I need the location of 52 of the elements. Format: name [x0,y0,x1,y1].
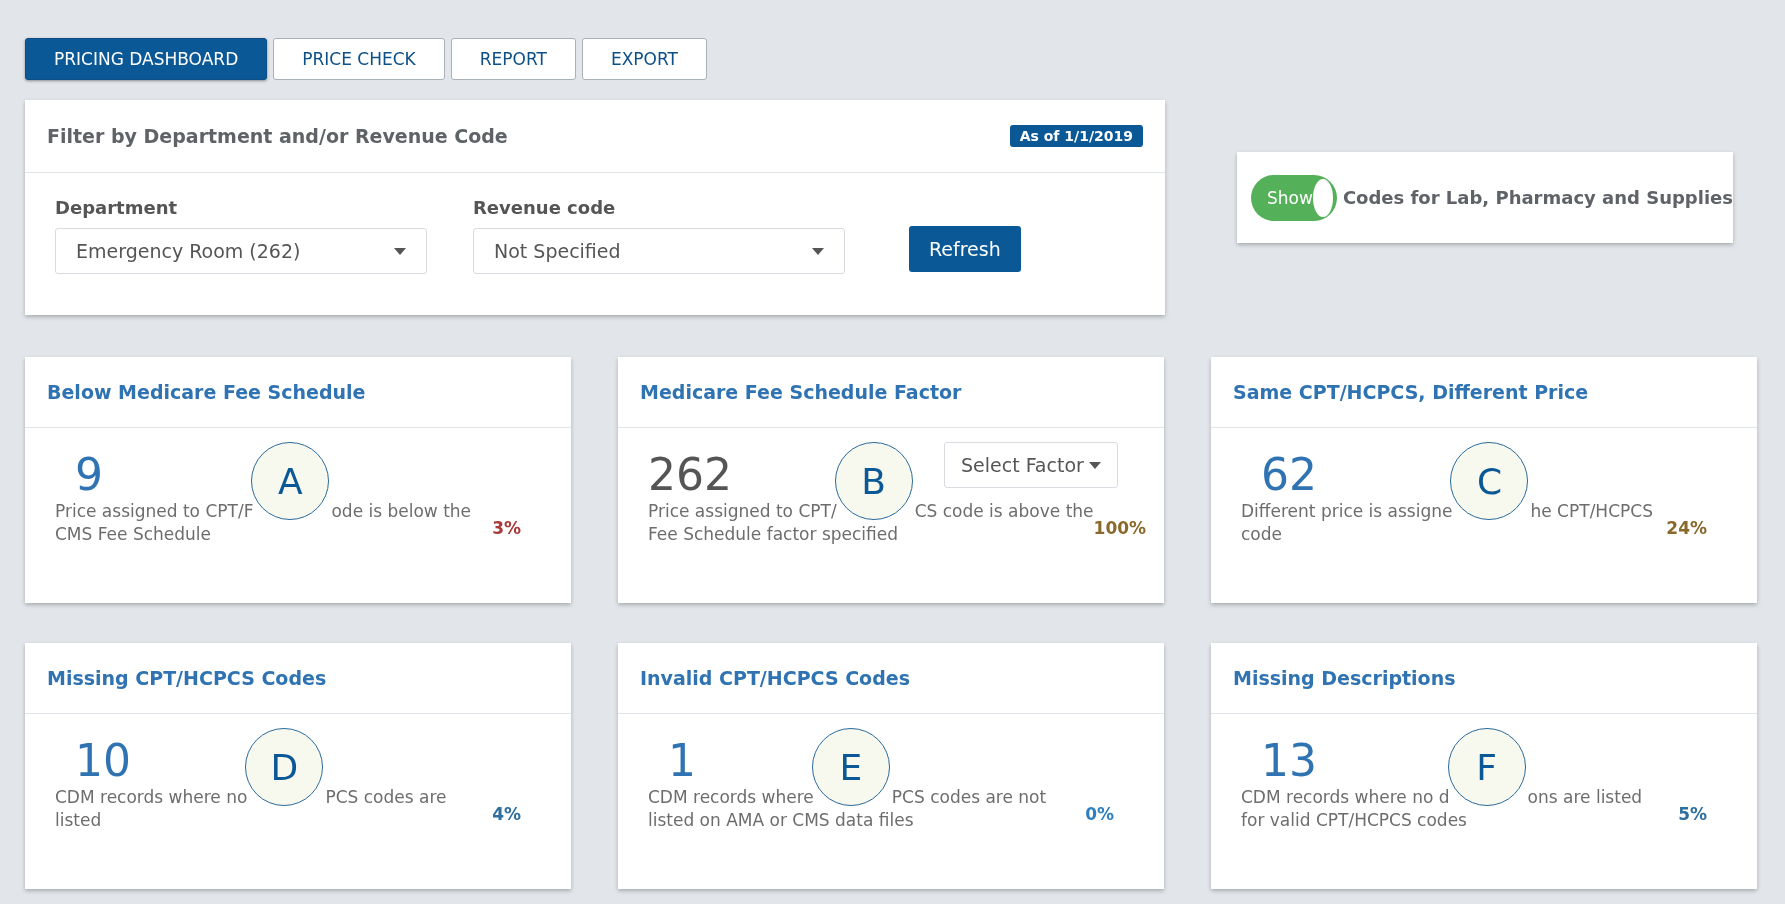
description-text: code [1241,523,1282,546]
description-text: listed on AMA or CMS data files [648,809,914,832]
dropdown[interactable]: Emergency Room (262) [55,228,427,274]
percent-value: 5% [1678,804,1707,824]
percent-value: 3% [492,518,521,538]
metric-count: 62 [1261,450,1317,500]
tab[interactable]: PRICING DASHBOARD [25,38,268,80]
caret-icon [812,247,824,255]
card-title: Below Medicare Fee Schedule [47,381,366,403]
metric-count: 9 [75,450,103,500]
description-text: he CPT/HCPCS [1530,500,1653,523]
description-text: CMS Fee Schedule [55,523,212,546]
refresh-button[interactable]: Refresh [909,226,1021,272]
percent-value: 24% [1666,518,1707,538]
description-text: Different price is assigne [1241,500,1453,523]
description-text: ons are listed [1527,786,1643,809]
card-title: Missing Descriptions [1233,667,1456,689]
percent-value: 100% [1093,518,1147,538]
description-text: Price assigned to CPT/F [55,500,254,523]
tab[interactable]: EXPORT [581,38,707,80]
metric-count: 10 [75,736,131,786]
description-text: CDM records where no [55,786,248,809]
description-text: CDM records where no d [1241,786,1450,809]
description-text: for valid CPT/HCPCS codes [1241,809,1467,832]
tab[interactable]: PRICE CHECK [273,38,445,80]
callout-marker: F [1447,728,1526,806]
description-text: ode is below the [331,500,472,523]
caret-icon [1089,461,1101,469]
field-label: Revenue code [473,197,617,218]
caret-icon [394,247,406,255]
percent-value: 4% [492,804,521,824]
description-text: listed [55,809,102,832]
card-title: Missing CPT/HCPCS Codes [47,667,327,689]
panel-title: Filter by Department and/or Revenue Code [47,125,508,147]
date-badge: As of 1/1/2019 [1009,125,1143,147]
card-title: Invalid CPT/HCPCS Codes [640,667,910,689]
metric-count: 1 [668,736,696,786]
description-text: PCS codes are [325,786,447,809]
tab[interactable]: REPORT [450,38,576,80]
description-text: CDM records where [648,786,814,809]
metric-count: 13 [1261,736,1317,786]
percent-value: 0% [1085,804,1114,824]
field-label: Department [55,197,179,218]
card-title: Medicare Fee Schedule Factor [640,381,962,403]
description-text: PCS codes are not [891,786,1047,809]
toggle-label: Codes for Lab, Pharmacy and Supplies [1342,187,1733,208]
description-text: Fee Schedule factor specified [648,523,899,546]
description-text: CS code is above the [914,500,1094,523]
factor-dropdown[interactable]: Select Factor [944,442,1118,488]
metric-count: 262 [648,450,732,500]
card-title: Same CPT/HCPCS, Different Price [1233,381,1589,403]
dropdown[interactable]: Not Specified [473,228,845,274]
